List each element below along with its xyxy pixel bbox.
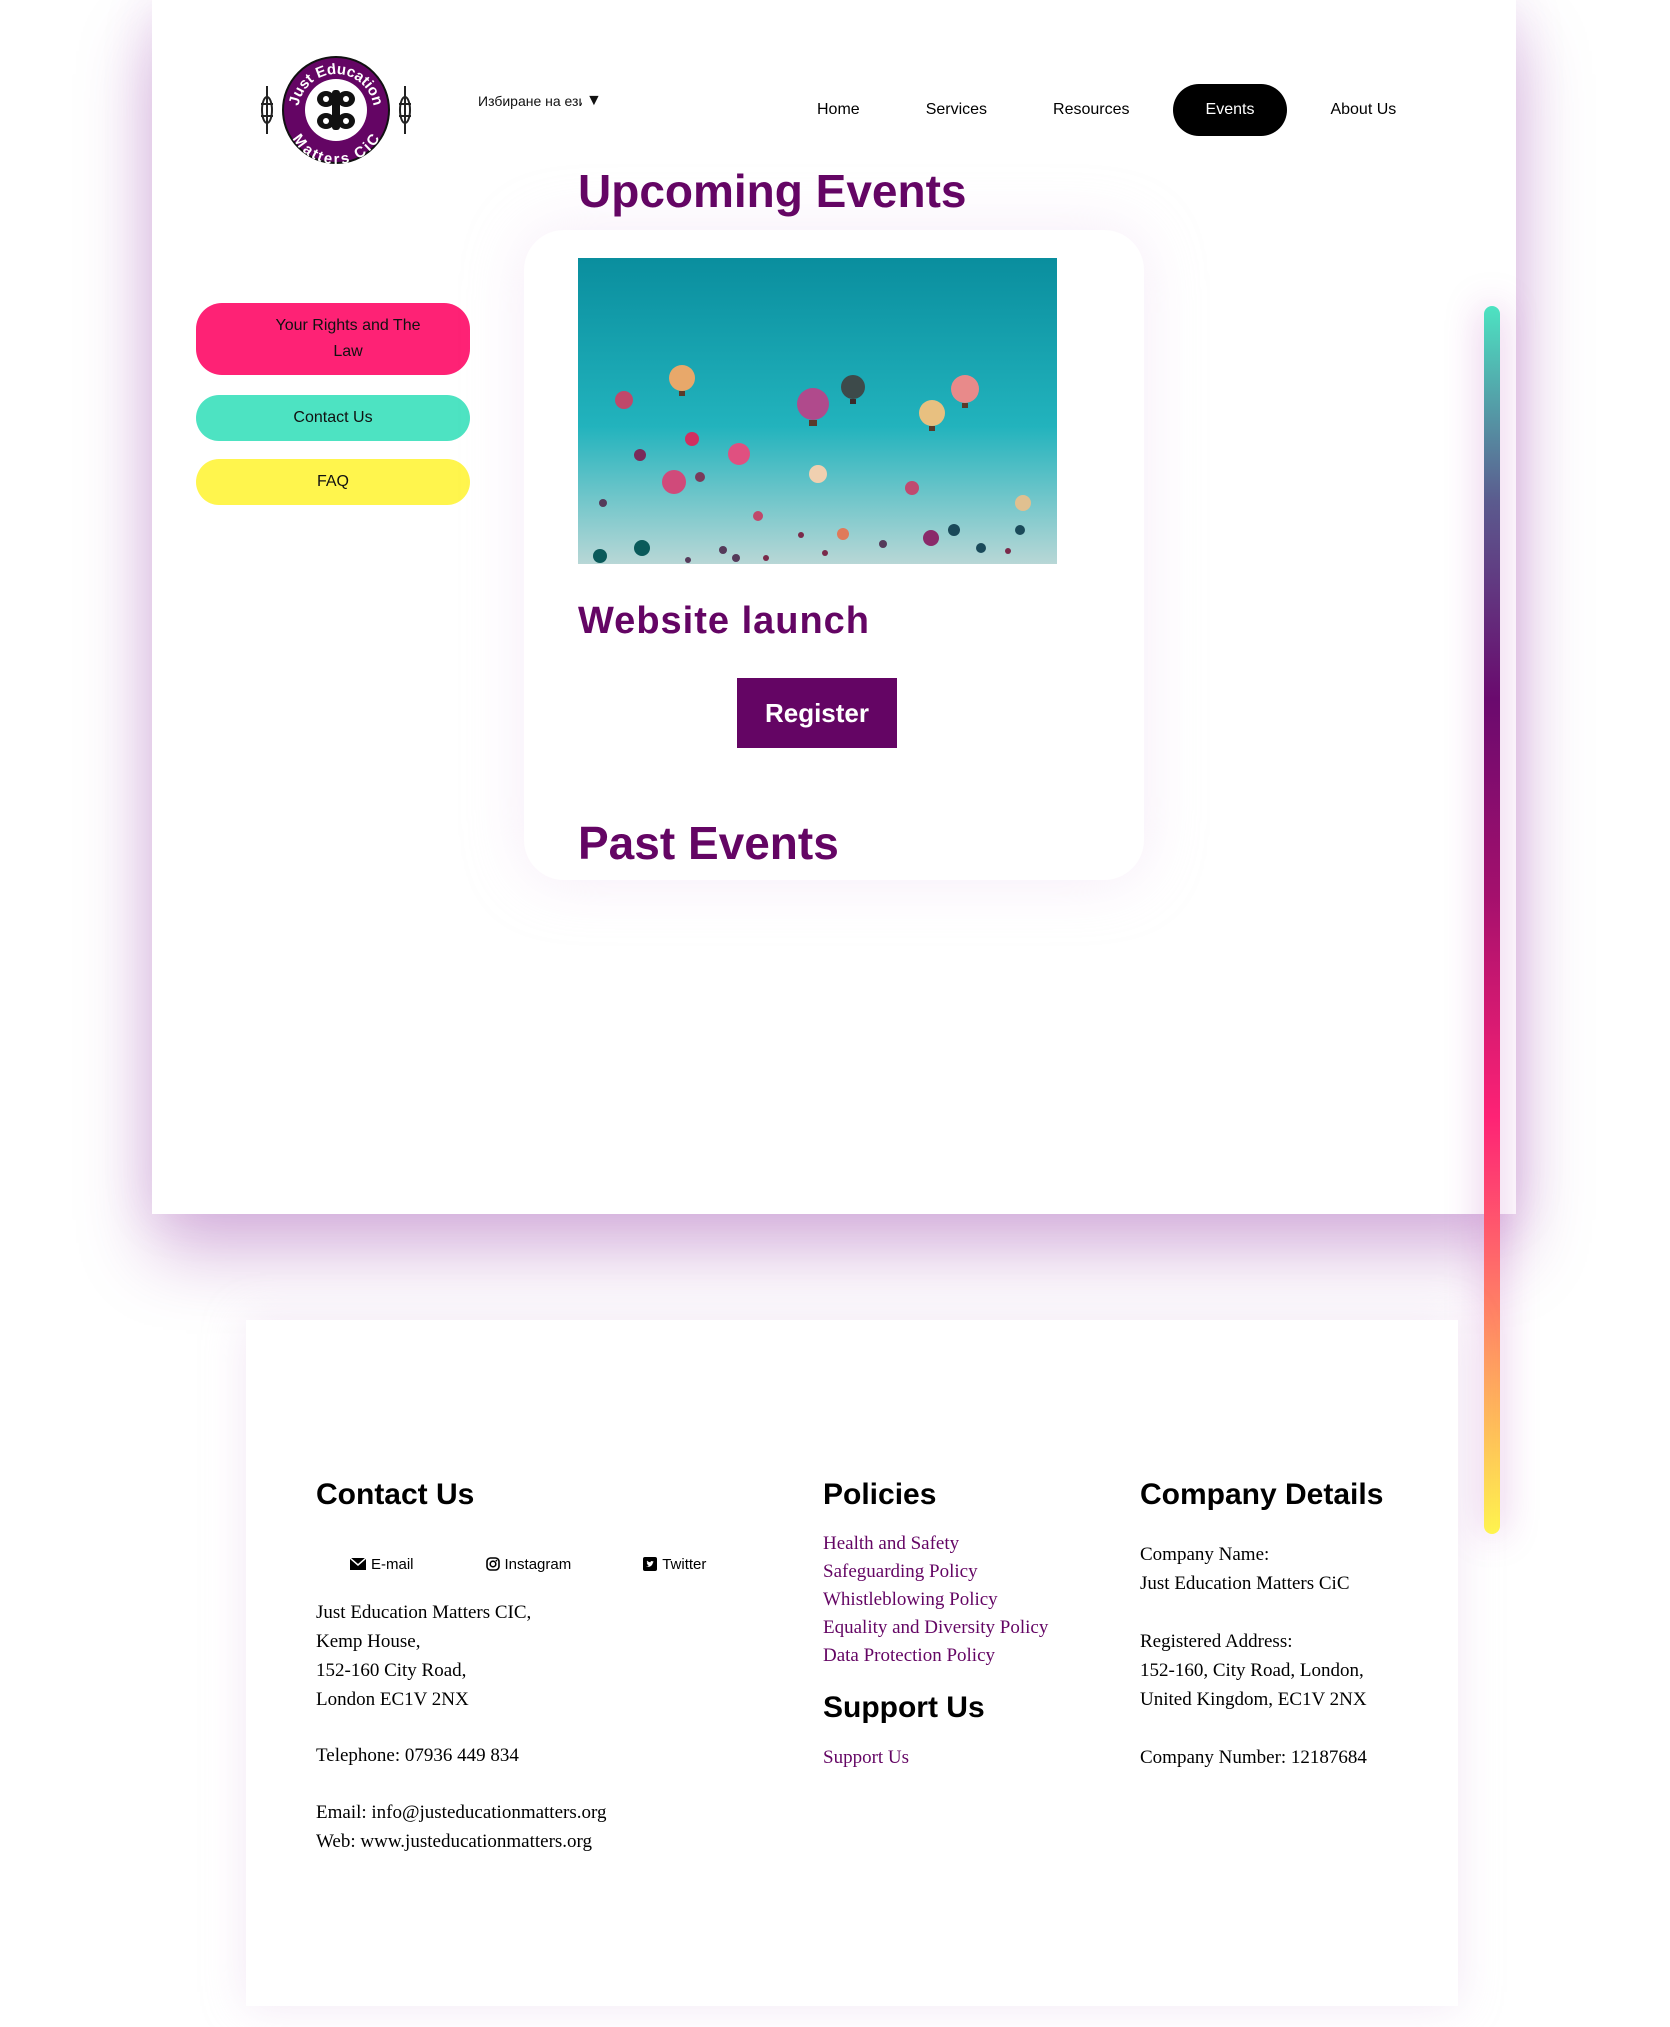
contact-telephone: Telephone: 07936 449 834 xyxy=(316,1745,519,1766)
nav-services[interactable]: Services xyxy=(893,84,1020,136)
social-instagram-link[interactable]: Instagram xyxy=(485,1552,572,1576)
event-title: Website launch xyxy=(578,600,871,642)
address-line: 152-160 City Road, xyxy=(316,1660,467,1681)
nav-home[interactable]: Home xyxy=(784,84,893,136)
address-line: Kemp House, xyxy=(316,1631,421,1652)
side-button-faq[interactable]: FAQ xyxy=(196,459,470,505)
footer-company-heading: Company Details xyxy=(1140,1478,1384,1511)
side-button-contact-us[interactable]: Contact Us xyxy=(196,395,470,441)
nav-events[interactable]: Events xyxy=(1172,84,1288,136)
side-button-your-rights[interactable]: Your Rights and The Law xyxy=(196,303,470,375)
policies-list: Health and Safety Safeguarding Policy Wh… xyxy=(823,1530,1048,1670)
nav-about-us[interactable]: About Us xyxy=(1297,84,1429,136)
dropdown-arrow-icon: ▼ xyxy=(586,92,602,110)
footer-contact-heading: Contact Us xyxy=(316,1478,475,1511)
company-address-line: United Kingdom, EC1V 2NX xyxy=(1140,1689,1367,1710)
contact-email[interactable]: Email: info@justeducationmatters.org xyxy=(316,1798,606,1827)
social-email-label: E-mail xyxy=(371,1555,414,1573)
company-number: Company Number: 12187684 xyxy=(1140,1747,1367,1768)
company-address-line: 152-160, City Road, London, xyxy=(1140,1660,1364,1681)
address-line: Just Education Matters CIC, xyxy=(316,1602,532,1623)
language-select-label: Избиране на език xyxy=(478,93,582,110)
contact-web[interactable]: Web: www.justeducationmatters.org xyxy=(316,1827,606,1856)
social-instagram-label: Instagram xyxy=(504,1555,572,1573)
social-twitter-link[interactable]: Twitter xyxy=(643,1552,706,1576)
envelope-icon xyxy=(350,1558,366,1570)
footer-support-heading: Support Us xyxy=(823,1691,985,1724)
company-name-value: Just Education Matters CiC xyxy=(1140,1573,1350,1594)
policy-link-data-protection[interactable]: Data Protection Policy xyxy=(823,1642,1048,1670)
main-card: Just Education Matters CiC Избиране на е… xyxy=(152,0,1516,1214)
policy-link-whistleblowing[interactable]: Whistleblowing Policy xyxy=(823,1586,1048,1614)
company-address-label: Registered Address: xyxy=(1140,1631,1293,1652)
upcoming-events-heading: Upcoming Events xyxy=(578,165,967,217)
social-links: E-mail Instagram Twitter xyxy=(316,1552,736,1576)
side-nav: Your Rights and The Law Contact Us FAQ xyxy=(196,303,470,505)
contact-email-web: Email: info@justeducationmatters.org Web… xyxy=(316,1798,606,1856)
main-nav: Home Services Resources Events About Us xyxy=(784,84,1429,136)
company-details: Company Name: Just Education Matters CiC… xyxy=(1140,1540,1367,1772)
logo[interactable]: Just Education Matters CiC xyxy=(258,54,414,166)
instagram-icon xyxy=(485,1557,500,1571)
register-button[interactable]: Register xyxy=(737,678,897,748)
company-name-label: Company Name: xyxy=(1140,1544,1270,1565)
nav-resources[interactable]: Resources xyxy=(1020,84,1162,136)
support-us-link[interactable]: Support Us xyxy=(823,1744,909,1772)
policy-link-equality-diversity[interactable]: Equality and Diversity Policy xyxy=(823,1614,1048,1642)
footer: Contact Us E-mail Instagram Twitter Just… xyxy=(246,1320,1458,2006)
hot-air-balloons-image[interactable] xyxy=(578,258,1057,564)
policy-link-safeguarding[interactable]: Safeguarding Policy xyxy=(823,1558,1048,1586)
footer-policies-heading: Policies xyxy=(823,1478,937,1511)
policy-link-health-safety[interactable]: Health and Safety xyxy=(823,1530,1048,1558)
social-email-link[interactable]: E-mail xyxy=(350,1552,414,1576)
language-select[interactable]: Избиране на език▼ xyxy=(478,92,618,114)
decorative-gradient-scrollbar[interactable] xyxy=(1484,306,1500,1534)
twitter-icon xyxy=(643,1557,658,1571)
social-twitter-label: Twitter xyxy=(662,1555,707,1573)
past-events-heading: Past Events xyxy=(578,817,839,869)
address-line: London EC1V 2NX xyxy=(316,1689,469,1710)
contact-address: Just Education Matters CIC, Kemp House, … xyxy=(316,1598,531,1714)
